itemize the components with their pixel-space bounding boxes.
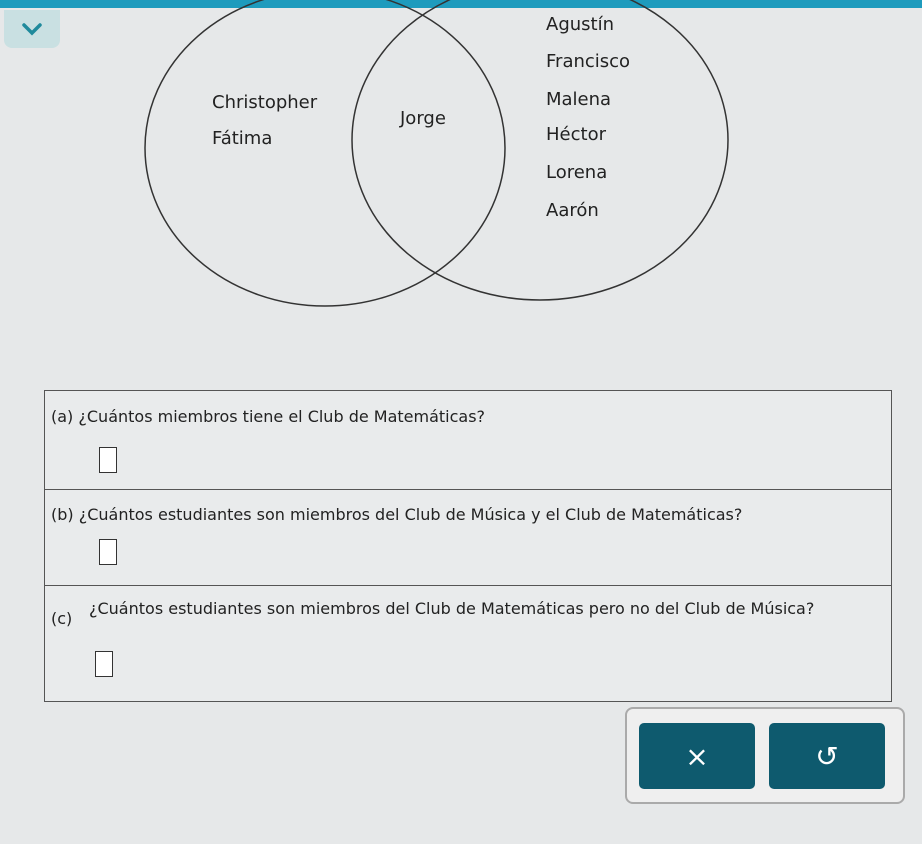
undo-icon: ↺ xyxy=(815,739,839,773)
venn-name: Malena xyxy=(546,89,612,110)
undo-button[interactable]: ↺ xyxy=(769,723,885,789)
question-label: (c) xyxy=(51,609,73,628)
question-text: ¿Cuántos estudiantes son miembros del Cl… xyxy=(89,599,815,618)
answer-input-b[interactable] xyxy=(99,539,117,565)
right-set-circle xyxy=(351,0,729,301)
venn-name: Jorge xyxy=(400,108,446,129)
question-text: ¿Cuántos estudiantes son miembros del Cl… xyxy=(78,505,743,524)
answer-input-a[interactable] xyxy=(99,447,117,473)
venn-name: Aarón xyxy=(546,200,599,221)
question-label: (b) xyxy=(51,505,74,524)
question-label: (a) xyxy=(51,407,74,426)
question-row-b: (b) ¿Cuántos estudiantes son miembros de… xyxy=(45,489,891,586)
venn-name: Fátima xyxy=(212,128,273,149)
venn-name: Héctor xyxy=(546,124,606,145)
answer-input-c[interactable] xyxy=(95,651,113,677)
questions-table: (a) ¿Cuántos miembros tiene el Club de M… xyxy=(44,390,892,702)
venn-name: Lorena xyxy=(546,162,608,183)
question-row-a: (a) ¿Cuántos miembros tiene el Club de M… xyxy=(45,391,891,490)
clear-button[interactable]: × xyxy=(639,723,755,789)
action-panel: × ↺ xyxy=(625,707,905,804)
venn-diagram xyxy=(144,0,729,307)
venn-name: Francisco xyxy=(546,51,631,72)
x-icon: × xyxy=(685,739,709,773)
venn-name: Agustín xyxy=(546,14,614,35)
left-set-circle xyxy=(144,0,506,307)
question-text: ¿Cuántos miembros tiene el Club de Matem… xyxy=(78,407,486,426)
question-row-c: (c) ¿Cuántos estudiantes son miembros de… xyxy=(45,585,891,701)
venn-name: Christopher xyxy=(212,92,318,113)
